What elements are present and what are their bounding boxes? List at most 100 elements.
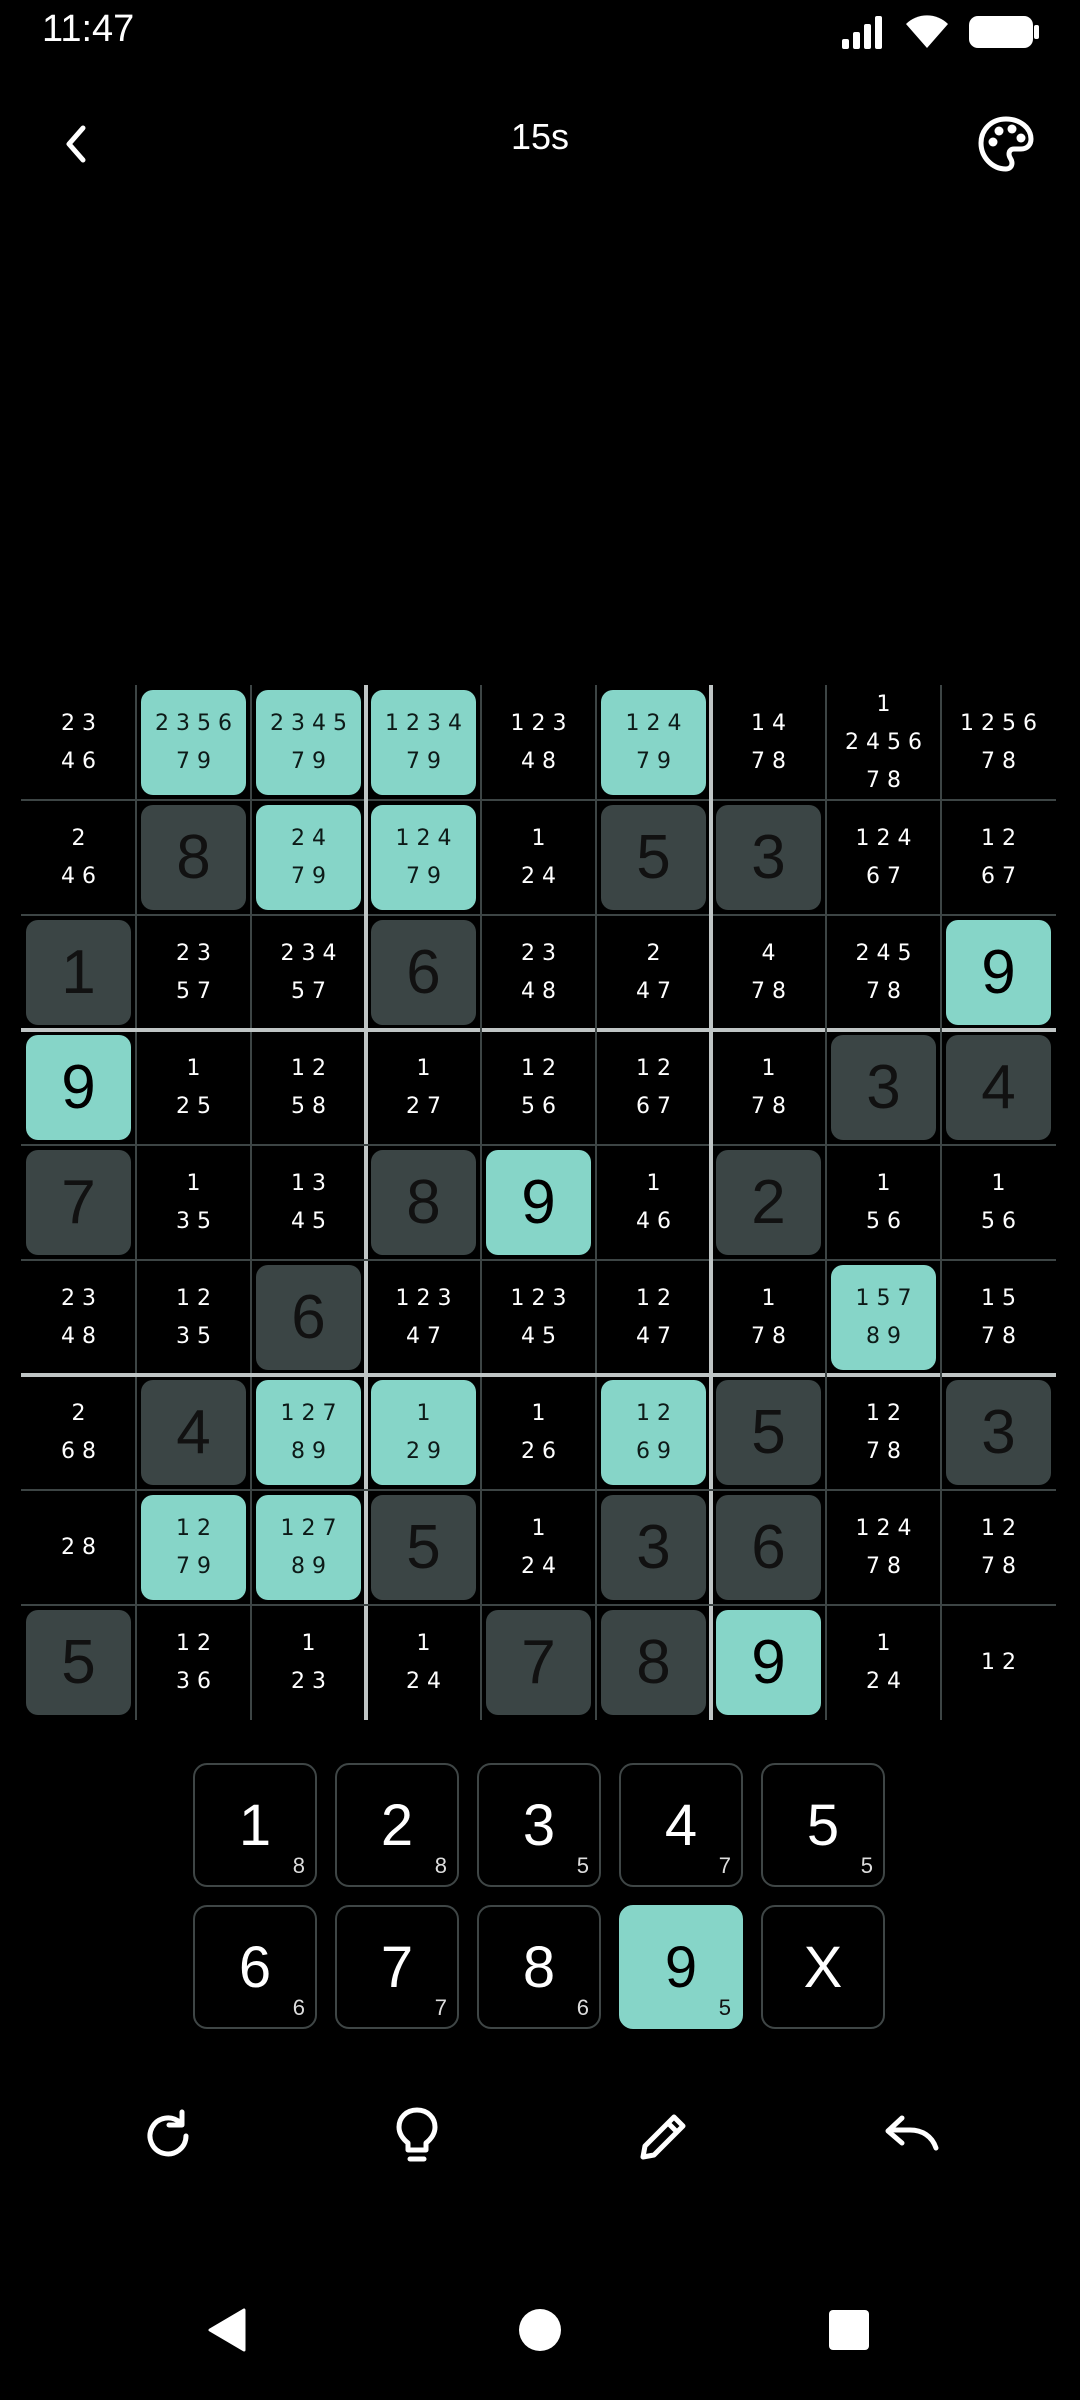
sudoku-cell[interactable]: 4	[941, 1030, 1056, 1145]
sudoku-cell[interactable]: 6	[366, 915, 481, 1030]
sudoku-cell[interactable]: 12 56	[481, 1030, 596, 1145]
number-key-3[interactable]: 35	[477, 1763, 601, 1887]
number-key-8[interactable]: 86	[477, 1905, 601, 2029]
sudoku-cell[interactable]: 14 78	[711, 685, 826, 800]
sudoku-cell[interactable]: 13 45	[251, 1145, 366, 1260]
sudoku-cell[interactable]: 24 79	[251, 800, 366, 915]
sudoku-cell[interactable]: 7	[481, 1605, 596, 1720]
sudoku-cell[interactable]: 1 24	[826, 1605, 941, 1720]
note-line: 57	[291, 978, 333, 1004]
number-key-4[interactable]: 47	[619, 1763, 743, 1887]
sudoku-cell[interactable]: 1 24	[366, 1605, 481, 1720]
sudoku-cell[interactable]: 127 89	[251, 1490, 366, 1605]
sudoku-cell[interactable]: 1 46	[596, 1145, 711, 1260]
sudoku-cell[interactable]: 9	[481, 1145, 596, 1260]
sudoku-cell[interactable]: 23 48	[21, 1260, 136, 1375]
sudoku-cell[interactable]: 28	[21, 1490, 136, 1605]
sudoku-cell[interactable]: 1 26	[481, 1375, 596, 1490]
sudoku-cell[interactable]: 1 24	[481, 1490, 596, 1605]
sudoku-cell[interactable]: 15 78	[941, 1260, 1056, 1375]
sudoku-cell[interactable]: 123 48	[481, 685, 596, 800]
sudoku-cell[interactable]: 1 56	[941, 1145, 1056, 1260]
sudoku-cell[interactable]: 12 67	[941, 800, 1056, 915]
sudoku-cell[interactable]: 1 23	[251, 1605, 366, 1720]
sudoku-cell[interactable]: 9	[711, 1605, 826, 1720]
sudoku-cell[interactable]: 1	[21, 915, 136, 1030]
erase-key[interactable]: X	[761, 1905, 885, 2029]
number-key-7[interactable]: 77	[335, 1905, 459, 2029]
sudoku-cell[interactable]: 12 35	[136, 1260, 251, 1375]
sudoku-cell[interactable]: 23 57	[136, 915, 251, 1030]
sudoku-cell[interactable]: 5	[596, 800, 711, 915]
sudoku-cell[interactable]: 127 89	[251, 1375, 366, 1490]
undo-button[interactable]	[871, 2096, 951, 2176]
sudoku-cell[interactable]: 5	[21, 1605, 136, 1720]
sudoku-cell[interactable]: 3	[941, 1375, 1056, 1490]
sudoku-cell[interactable]: 124 79	[366, 800, 481, 915]
number-key-2[interactable]: 28	[335, 1763, 459, 1887]
sudoku-cell[interactable]: 124 79	[596, 685, 711, 800]
sudoku-cell[interactable]: 124 67	[826, 800, 941, 915]
sudoku-cell[interactable]: 5	[711, 1375, 826, 1490]
sudoku-cell[interactable]: 1 56	[826, 1145, 941, 1260]
sudoku-cell[interactable]: 1 25	[136, 1030, 251, 1145]
sudoku-cell[interactable]: 12 58	[251, 1030, 366, 1145]
sudoku-cell[interactable]: 2 47	[596, 915, 711, 1030]
number-key-5[interactable]: 55	[761, 1763, 885, 1887]
sudoku-cell[interactable]: 12 36	[136, 1605, 251, 1720]
nav-home-button[interactable]	[500, 2290, 580, 2370]
sudoku-cell[interactable]: 12 69	[596, 1375, 711, 1490]
sudoku-cell[interactable]: 2 68	[21, 1375, 136, 1490]
nav-back-button[interactable]	[188, 2290, 268, 2370]
sudoku-cell[interactable]: 8	[136, 800, 251, 915]
sudoku-cell[interactable]: 2 46	[21, 800, 136, 915]
sudoku-cell[interactable]: 3	[596, 1490, 711, 1605]
sudoku-cell[interactable]: 123 47	[366, 1260, 481, 1375]
number-key-9[interactable]: 95	[619, 1905, 743, 2029]
sudoku-cell[interactable]: 8	[366, 1145, 481, 1260]
sudoku-cell[interactable]: 2345 79	[251, 685, 366, 800]
sudoku-cell[interactable]: 1 78	[711, 1260, 826, 1375]
sudoku-cell[interactable]: 1 35	[136, 1145, 251, 1260]
sudoku-cell[interactable]: 12 78	[826, 1375, 941, 1490]
hint-button[interactable]	[377, 2096, 457, 2176]
sudoku-cell[interactable]: 12 67	[596, 1030, 711, 1145]
restart-button[interactable]	[128, 2096, 208, 2176]
sudoku-cell[interactable]: 2356 79	[136, 685, 251, 800]
sudoku-cell[interactable]: 234 57	[251, 915, 366, 1030]
sudoku-cell[interactable]: 9	[21, 1030, 136, 1145]
sudoku-cell[interactable]: 3	[711, 800, 826, 915]
notes-pencil-button[interactable]	[624, 2096, 704, 2176]
sudoku-cell[interactable]: 1 29	[366, 1375, 481, 1490]
sudoku-cell[interactable]: 6	[251, 1260, 366, 1375]
sudoku-cell[interactable]: 1 2456 78	[826, 685, 941, 800]
number-key-1[interactable]: 18	[193, 1763, 317, 1887]
sudoku-cell[interactable]: 23 46	[21, 685, 136, 800]
sudoku-cell[interactable]: 12 78	[941, 1490, 1056, 1605]
sudoku-cell[interactable]: 1234 79	[366, 685, 481, 800]
sudoku-cell[interactable]: 1256 78	[941, 685, 1056, 800]
sudoku-cell[interactable]: 123 45	[481, 1260, 596, 1375]
number-key-6[interactable]: 66	[193, 1905, 317, 2029]
sudoku-cell[interactable]: 1 27	[366, 1030, 481, 1145]
sudoku-cell[interactable]: 8	[596, 1605, 711, 1720]
sudoku-cell[interactable]: 6	[711, 1490, 826, 1605]
sudoku-cell[interactable]: 1 78	[711, 1030, 826, 1145]
sudoku-cell[interactable]: 23 48	[481, 915, 596, 1030]
sudoku-cell[interactable]: 7	[21, 1145, 136, 1260]
sudoku-cell[interactable]: 3	[826, 1030, 941, 1145]
theme-button[interactable]	[972, 110, 1040, 178]
sudoku-cell[interactable]: 157 89	[826, 1260, 941, 1375]
sudoku-cell[interactable]: 12	[941, 1605, 1056, 1720]
sudoku-cell[interactable]: 9	[941, 915, 1056, 1030]
sudoku-cell[interactable]: 1 24	[481, 800, 596, 915]
sudoku-cell[interactable]: 124 78	[826, 1490, 941, 1605]
sudoku-cell[interactable]: 5	[366, 1490, 481, 1605]
sudoku-cell[interactable]: 4 78	[711, 915, 826, 1030]
sudoku-cell[interactable]: 245 78	[826, 915, 941, 1030]
sudoku-cell[interactable]: 2	[711, 1145, 826, 1260]
sudoku-cell[interactable]: 4	[136, 1375, 251, 1490]
nav-recents-button[interactable]	[809, 2290, 889, 2370]
sudoku-cell[interactable]: 12 47	[596, 1260, 711, 1375]
sudoku-cell[interactable]: 12 79	[136, 1490, 251, 1605]
